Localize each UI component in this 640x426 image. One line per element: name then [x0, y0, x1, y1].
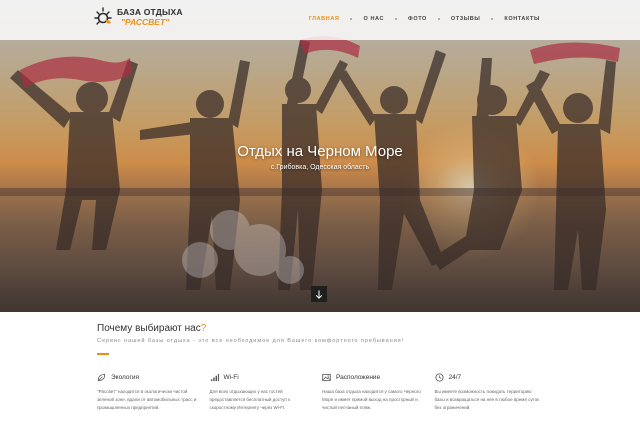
feature-wifi: Wi-Fi Для всех отдыхающих у нас гостей п…	[210, 372, 323, 411]
nav-separator	[395, 18, 398, 20]
header-bar: БАЗА ОТДЫХА "РАССВЕТ" Главная О нас Фото…	[0, 0, 640, 40]
arrow-down-icon	[315, 290, 323, 299]
features-row: Экология "Рассвет" находится в экологиче…	[97, 372, 547, 411]
nav-home[interactable]: Главная	[309, 16, 340, 22]
scroll-down-button[interactable]	[311, 286, 327, 302]
signal-icon	[210, 373, 219, 381]
nav-about[interactable]: О нас	[363, 16, 384, 22]
feature-title: Расположение	[336, 373, 381, 381]
logo-name: "РАССВЕТ"	[121, 17, 170, 27]
feature-title: Экология	[111, 373, 140, 381]
feature-text: Для всех отдыхающих у нас гостей предост…	[209, 389, 291, 410]
nav-separator	[350, 18, 353, 20]
feature-ecology: Экология "Рассвет" находится в экологиче…	[97, 372, 210, 411]
feature-24-7: 24/7 Вы имеете возможность покидать терр…	[435, 372, 548, 411]
nav-contacts[interactable]: Контакты	[504, 16, 540, 22]
nav-photo[interactable]: Фото	[408, 16, 427, 22]
section-divider	[97, 353, 109, 355]
section-subtitle: Сервис нашей базы отдыха - это все необх…	[97, 338, 405, 344]
feature-text: "Рассвет" находится в экологически чисто…	[97, 389, 197, 410]
feature-text: Наша база отдыха находится у самого Черн…	[322, 389, 421, 410]
feature-title: 24/7	[448, 373, 462, 381]
logo[interactable]: БАЗА ОТДЫХА "РАССВЕТ"	[92, 6, 183, 28]
leaf-icon	[97, 373, 106, 381]
feature-location: Расположение Наша база отдыха находится …	[322, 372, 435, 411]
logo-title: БАЗА ОТДЫХА	[117, 7, 183, 17]
page: БАЗА ОТДЫХА "РАССВЕТ" Главная О нас Фото…	[0, 0, 640, 426]
section-title-mark: ?	[200, 323, 207, 334]
section-title-text: Почему выбирают нас	[97, 323, 201, 334]
hero-subtitle: с.Грибовка, Одесская область	[270, 164, 370, 171]
main-nav: Главная О нас Фото Отзывы Контакты	[309, 16, 540, 22]
feature-text: Вы имеете возможность покидать территори…	[434, 389, 540, 410]
sun-logo-icon	[94, 7, 112, 25]
clock-icon	[434, 372, 444, 382]
nav-separator	[437, 18, 440, 20]
feature-title: Wi-Fi	[223, 373, 239, 381]
nav-reviews[interactable]: Отзывы	[451, 16, 480, 22]
hero-title: Отдых на Черном Море	[237, 143, 403, 160]
nav-separator	[491, 18, 494, 20]
image-icon	[322, 373, 331, 381]
section-title: Почему выбирают нас?	[97, 323, 206, 334]
